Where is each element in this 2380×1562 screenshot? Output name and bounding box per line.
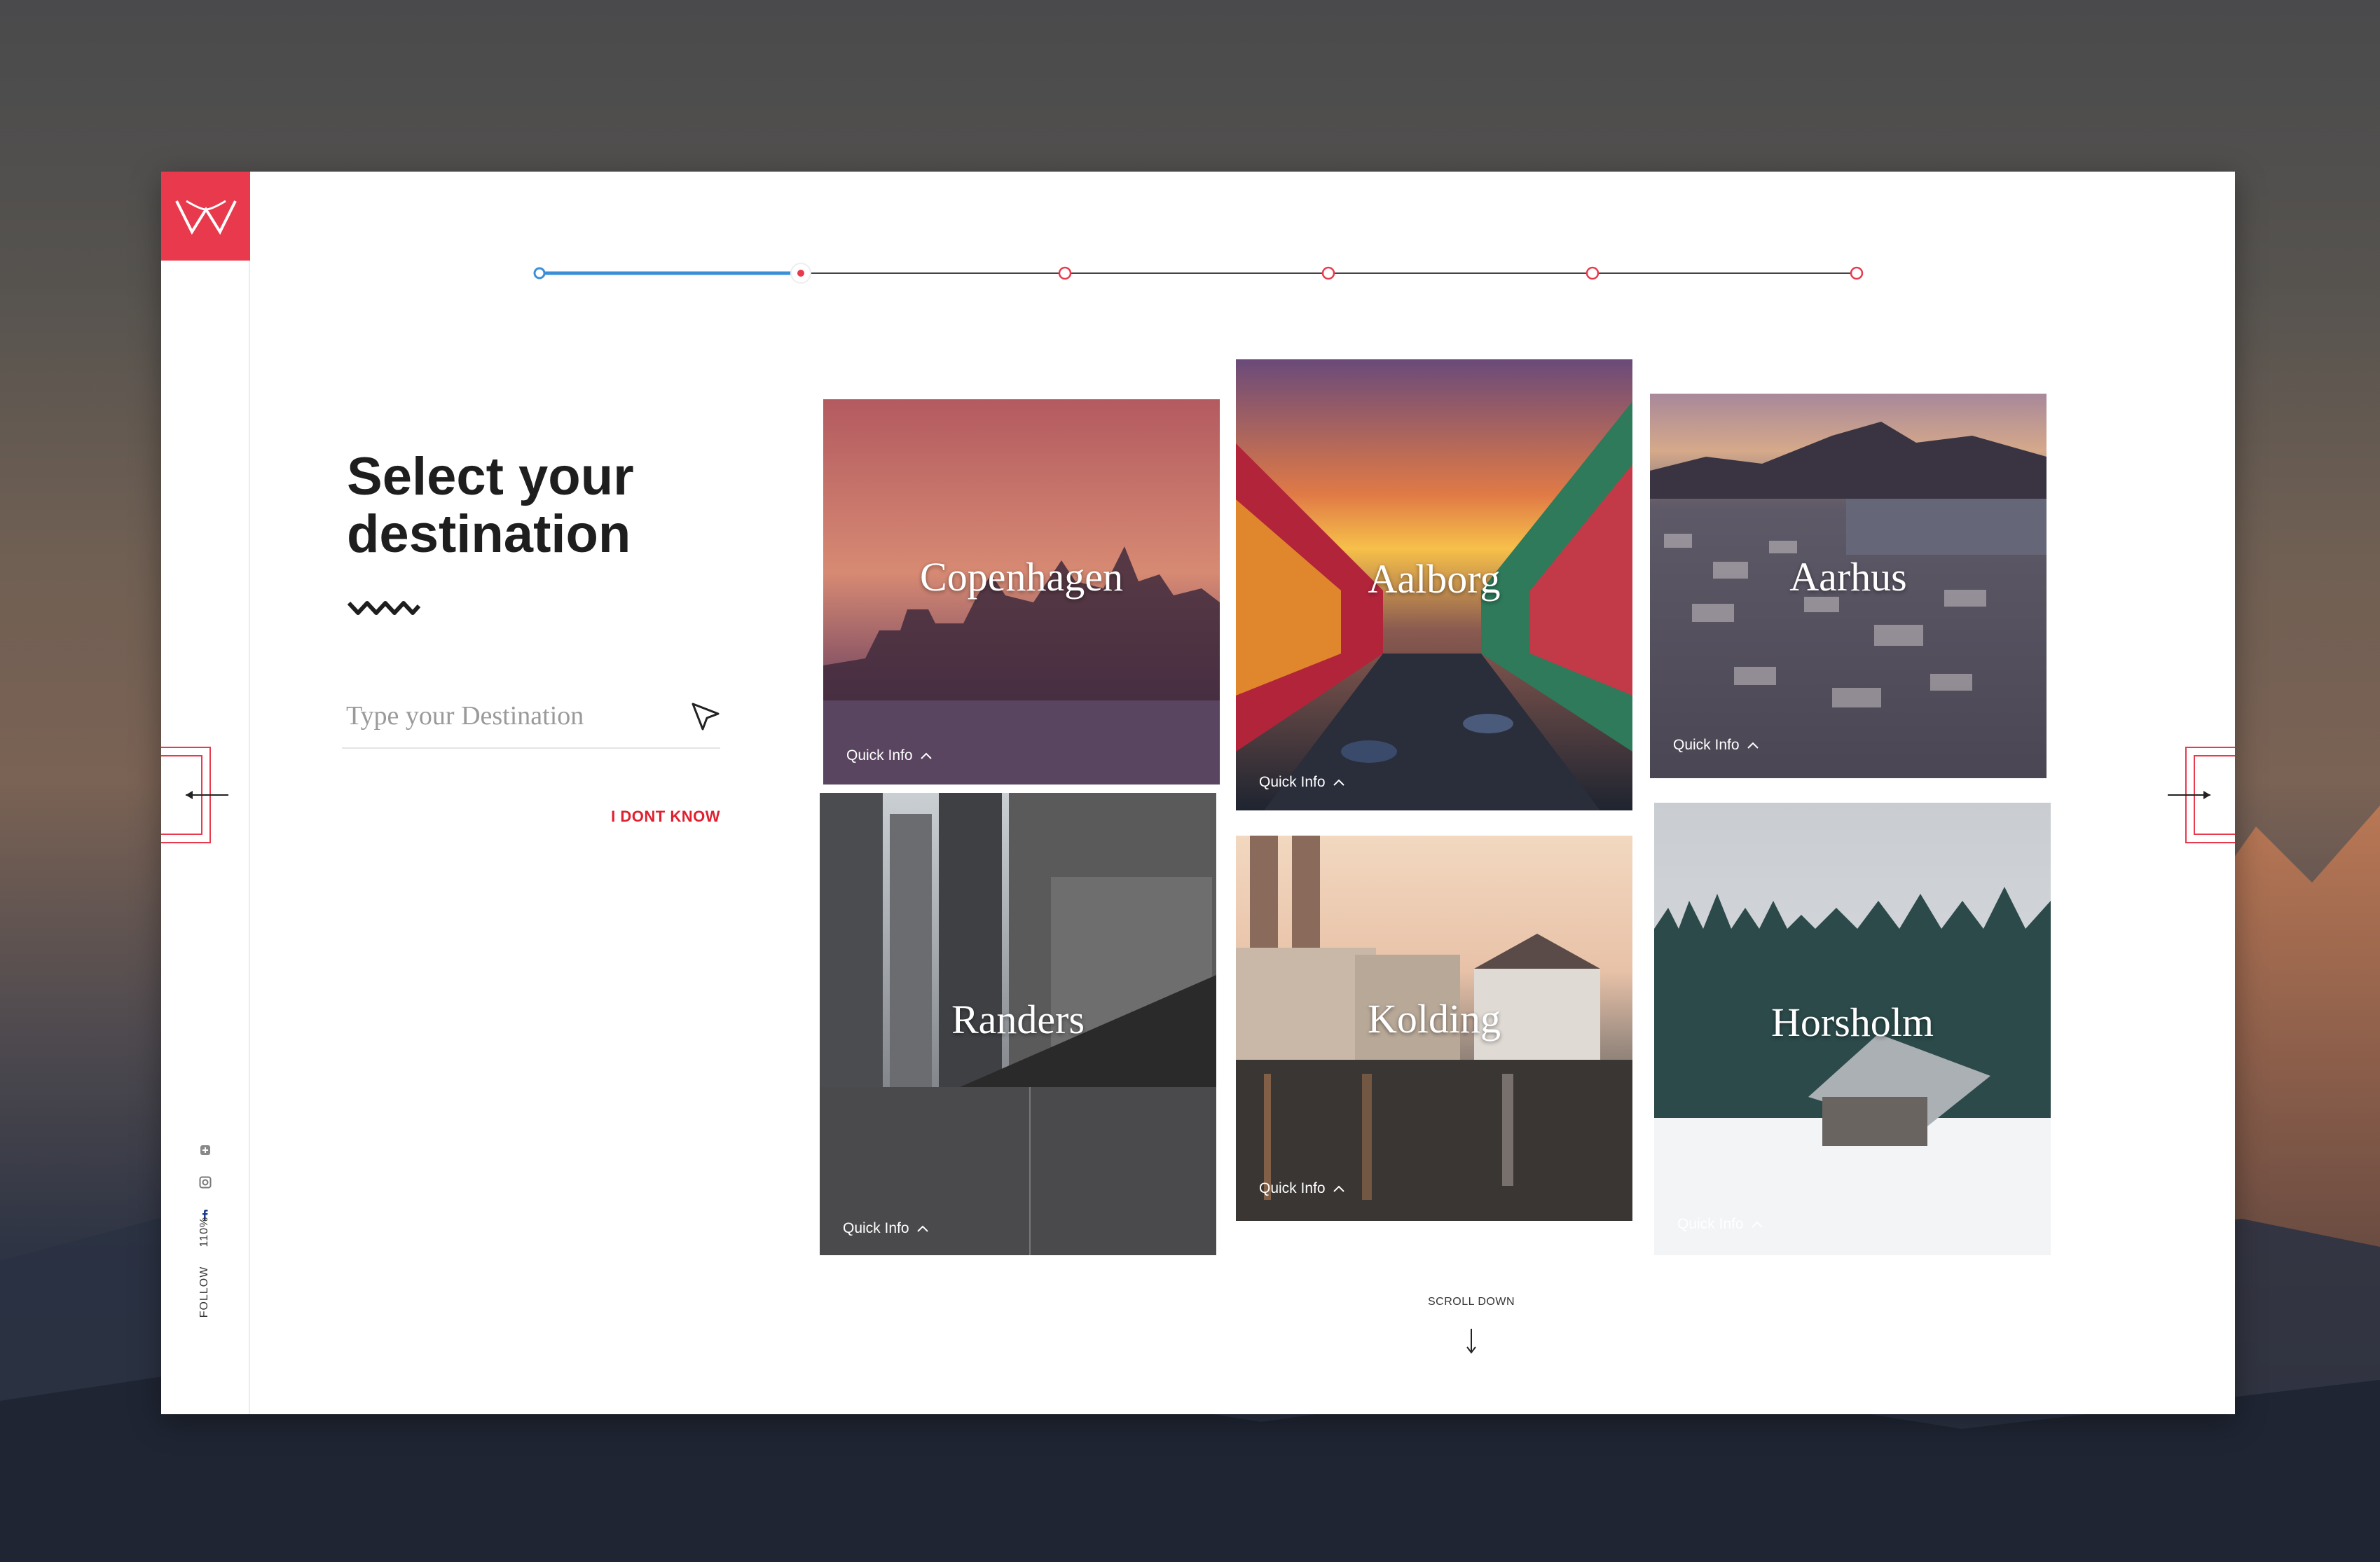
quick-info-toggle[interactable]: Quick Info — [843, 1220, 929, 1237]
page-title: Select your destination — [347, 448, 711, 563]
chevron-up-icon — [1751, 1221, 1763, 1228]
input-underline — [342, 747, 720, 749]
zoom-level: 110% — [198, 1216, 210, 1247]
progress-step-5[interactable] — [1585, 266, 1600, 280]
city-name: Aalborg — [1368, 556, 1501, 602]
quick-info-toggle[interactable]: Quick Info — [846, 747, 933, 764]
quick-info-label: Quick Info — [843, 1220, 909, 1236]
follow-label: FOLLOW 110% — [198, 1217, 211, 1318]
plus-icon[interactable] — [199, 1144, 212, 1156]
scroll-down-label[interactable]: SCROLL DOWN — [1408, 1296, 1534, 1308]
progress-step-1[interactable] — [533, 267, 546, 279]
instagram-icon[interactable] — [199, 1176, 212, 1189]
zigzag-decoration-icon — [347, 601, 421, 615]
chevron-up-icon — [916, 1225, 928, 1232]
previous-button[interactable] — [161, 746, 231, 844]
quick-info-label: Quick Info — [1673, 737, 1740, 753]
chevron-up-icon — [1747, 742, 1759, 749]
chevron-up-icon — [1333, 1185, 1344, 1192]
city-name: Kolding — [1367, 996, 1501, 1042]
arrow-down-icon[interactable] — [1464, 1327, 1478, 1355]
destination-card-kolding[interactable]: Kolding Quick Info — [1236, 836, 1632, 1221]
title-line-2: destination — [347, 504, 631, 564]
destination-card-randers[interactable]: Randers Quick Info — [820, 793, 1216, 1255]
progress-step-6[interactable] — [1850, 266, 1864, 280]
quick-info-toggle[interactable]: Quick Info — [1673, 737, 1759, 754]
chevron-up-icon — [920, 752, 932, 759]
progress-step-2-dot — [797, 270, 804, 277]
title-line-1: Select your — [347, 447, 634, 506]
follow-text: FOLLOW — [198, 1266, 210, 1318]
quick-info-label: Quick Info — [1677, 1216, 1744, 1232]
destination-card-copenhagen[interactable]: Copenhagen Quick Info — [823, 399, 1220, 785]
city-name: Horsholm — [1771, 1000, 1934, 1045]
destination-card-horsholm[interactable]: Horsholm Quick Info — [1654, 803, 2051, 1255]
destination-card-aarhus[interactable]: Aarhus Quick Info — [1650, 394, 2047, 778]
destination-search-input[interactable] — [342, 698, 687, 733]
progress-step-3[interactable] — [1058, 266, 1072, 280]
city-name: Randers — [951, 997, 1085, 1042]
destination-card-aalborg[interactable]: Aalborg Quick Info — [1236, 359, 1632, 810]
quick-info-label: Quick Info — [1259, 1180, 1326, 1196]
i-dont-know-button[interactable]: I DONT KNOW — [610, 808, 720, 826]
quick-info-toggle[interactable]: Quick Info — [1259, 774, 1345, 791]
chevron-up-icon — [1333, 779, 1344, 786]
quick-info-toggle[interactable]: Quick Info — [1677, 1216, 1763, 1233]
quick-info-label: Quick Info — [846, 747, 913, 763]
cursor-arrow-icon[interactable] — [690, 701, 722, 733]
next-button[interactable] — [2165, 746, 2235, 844]
quick-info-label: Quick Info — [1259, 774, 1326, 790]
progress-step-4[interactable] — [1321, 266, 1335, 280]
city-name: Copenhagen — [920, 554, 1123, 600]
main-card: FOLLOW 110% Select your destination I DO… — [161, 172, 2235, 1414]
quick-info-toggle[interactable]: Quick Info — [1259, 1180, 1345, 1197]
progress-stepper — [533, 263, 1864, 284]
city-name: Aarhus — [1789, 554, 1907, 600]
